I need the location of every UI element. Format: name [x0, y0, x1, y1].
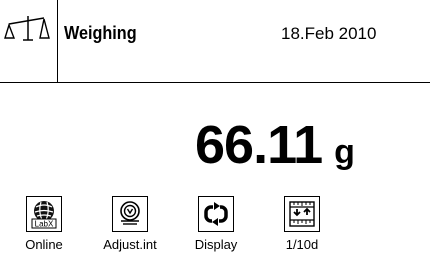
- internal-adjust-weight-icon: [120, 201, 140, 225]
- softkey-label: 1/10d: [285, 237, 319, 252]
- resolution-key[interactable]: [284, 196, 320, 232]
- softkey-label: Adjust.int: [103, 237, 157, 252]
- balance-scale-icon: [4, 16, 50, 41]
- app-icon-box[interactable]: [0, 0, 58, 82]
- page-title: Weighing: [64, 23, 137, 43]
- refresh-arrows-icon: [204, 202, 228, 226]
- labx-badge: LabX: [35, 220, 54, 229]
- header-divider: [0, 82, 430, 83]
- softkey-label: Online: [25, 237, 63, 252]
- adjust-int-key[interactable]: [112, 196, 148, 232]
- weight-unit: g: [334, 133, 355, 171]
- header-bar: Weighing 18.Feb 2010: [0, 0, 430, 82]
- display-key[interactable]: [198, 196, 234, 232]
- softkey-online[interactable]: LabX Online: [4, 196, 84, 257]
- resolution-scale-icon: [289, 201, 315, 227]
- softkey-adjust-int[interactable]: Adjust.int: [90, 196, 170, 257]
- softkey-display[interactable]: Display: [176, 196, 256, 257]
- weight-value: 66.11: [195, 115, 323, 175]
- labx-globe-icon: LabX: [31, 201, 57, 229]
- weight-readout: 66.11 g: [195, 114, 355, 175]
- softkey-label: Display: [194, 237, 238, 252]
- online-key[interactable]: LabX: [26, 196, 62, 232]
- date-display: 18.Feb 2010: [281, 24, 377, 43]
- softkey-resolution[interactable]: 1/10d: [262, 196, 342, 257]
